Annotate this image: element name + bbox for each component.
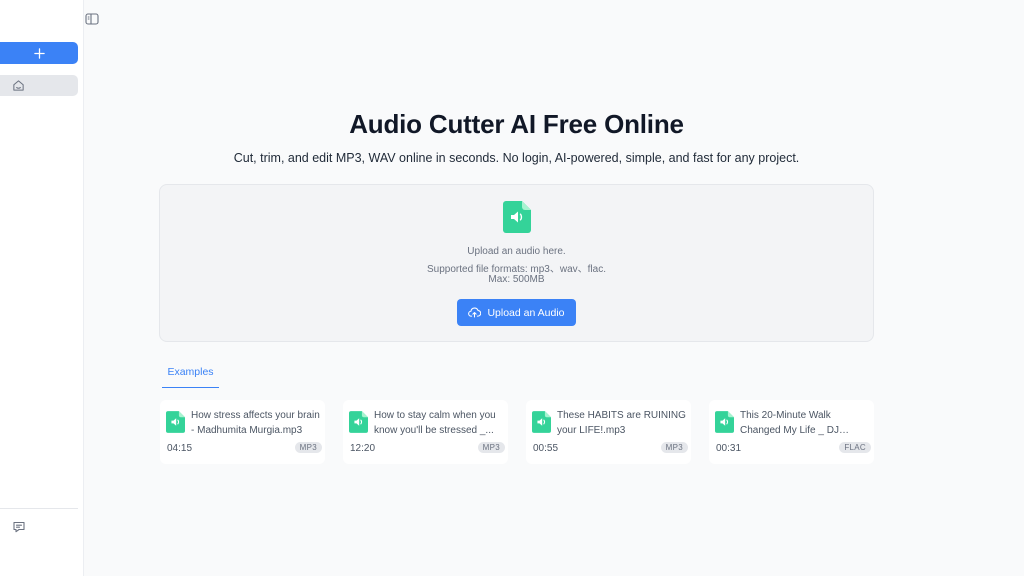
audio-file-icon bbox=[715, 411, 734, 433]
upload-max-size: Max: 500MB bbox=[488, 274, 545, 285]
example-duration: 00:55 bbox=[533, 443, 559, 454]
example-card[interactable]: This 20-Minute Walk Changed My Life _ DJ… bbox=[709, 400, 874, 464]
tab-examples[interactable]: Examples bbox=[162, 366, 219, 388]
main-content: Audio Cutter AI Free Online Cut, trim, a… bbox=[84, 0, 1024, 576]
example-format-badge: MP3 bbox=[660, 442, 688, 453]
page-subtitle: Cut, trim, and edit MP3, WAV online in s… bbox=[233, 151, 800, 165]
home-icon bbox=[13, 80, 24, 91]
upload-audio-label: Upload an Audio bbox=[487, 306, 565, 319]
example-duration: 04:15 bbox=[167, 443, 193, 454]
audio-file-icon bbox=[349, 411, 368, 433]
audio-file-icon bbox=[532, 411, 551, 433]
example-format-badge: FLAC bbox=[839, 442, 871, 453]
upload-hint: Upload an audio here. bbox=[467, 246, 566, 257]
audio-file-icon bbox=[166, 411, 185, 433]
new-project-button[interactable] bbox=[0, 42, 78, 64]
sidebar bbox=[0, 0, 84, 576]
cloud-upload-icon bbox=[468, 307, 482, 318]
chat-icon bbox=[13, 521, 25, 533]
examples-list: How stress affects your brain - Madhumit… bbox=[160, 400, 874, 464]
upload-audio-button[interactable]: Upload an Audio bbox=[457, 299, 576, 326]
example-name: How stress affects your brain - Madhumit… bbox=[191, 410, 320, 436]
example-card[interactable]: How stress affects your brain - Madhumit… bbox=[160, 400, 325, 464]
feedback-button[interactable] bbox=[12, 520, 26, 534]
plus-icon bbox=[33, 47, 45, 59]
audio-file-icon bbox=[503, 201, 531, 233]
example-name: How to stay calm when you know you'll be… bbox=[374, 410, 496, 436]
upload-formats: Supported file formats: mp3、wav、flac. bbox=[427, 264, 606, 275]
example-duration: 12:20 bbox=[350, 443, 376, 454]
example-duration: 00:31 bbox=[716, 443, 742, 454]
example-format-badge: MP3 bbox=[477, 442, 505, 453]
page-title: Audio Cutter AI Free Online bbox=[349, 109, 684, 139]
sidebar-item-home[interactable] bbox=[0, 75, 78, 96]
sidebar-divider bbox=[0, 508, 78, 509]
example-card[interactable]: How to stay calm when you know you'll be… bbox=[343, 400, 508, 464]
example-name: This 20-Minute Walk Changed My Life _ DJ… bbox=[740, 410, 839, 436]
example-card[interactable]: These HABITS are RUINING your LIFE!.mp3 … bbox=[526, 400, 691, 464]
example-format-badge: MP3 bbox=[294, 442, 322, 453]
upload-dropzone[interactable]: Upload an audio here. Supported file for… bbox=[159, 184, 874, 342]
example-name: These HABITS are RUINING your LIFE!.mp3 bbox=[557, 410, 686, 436]
